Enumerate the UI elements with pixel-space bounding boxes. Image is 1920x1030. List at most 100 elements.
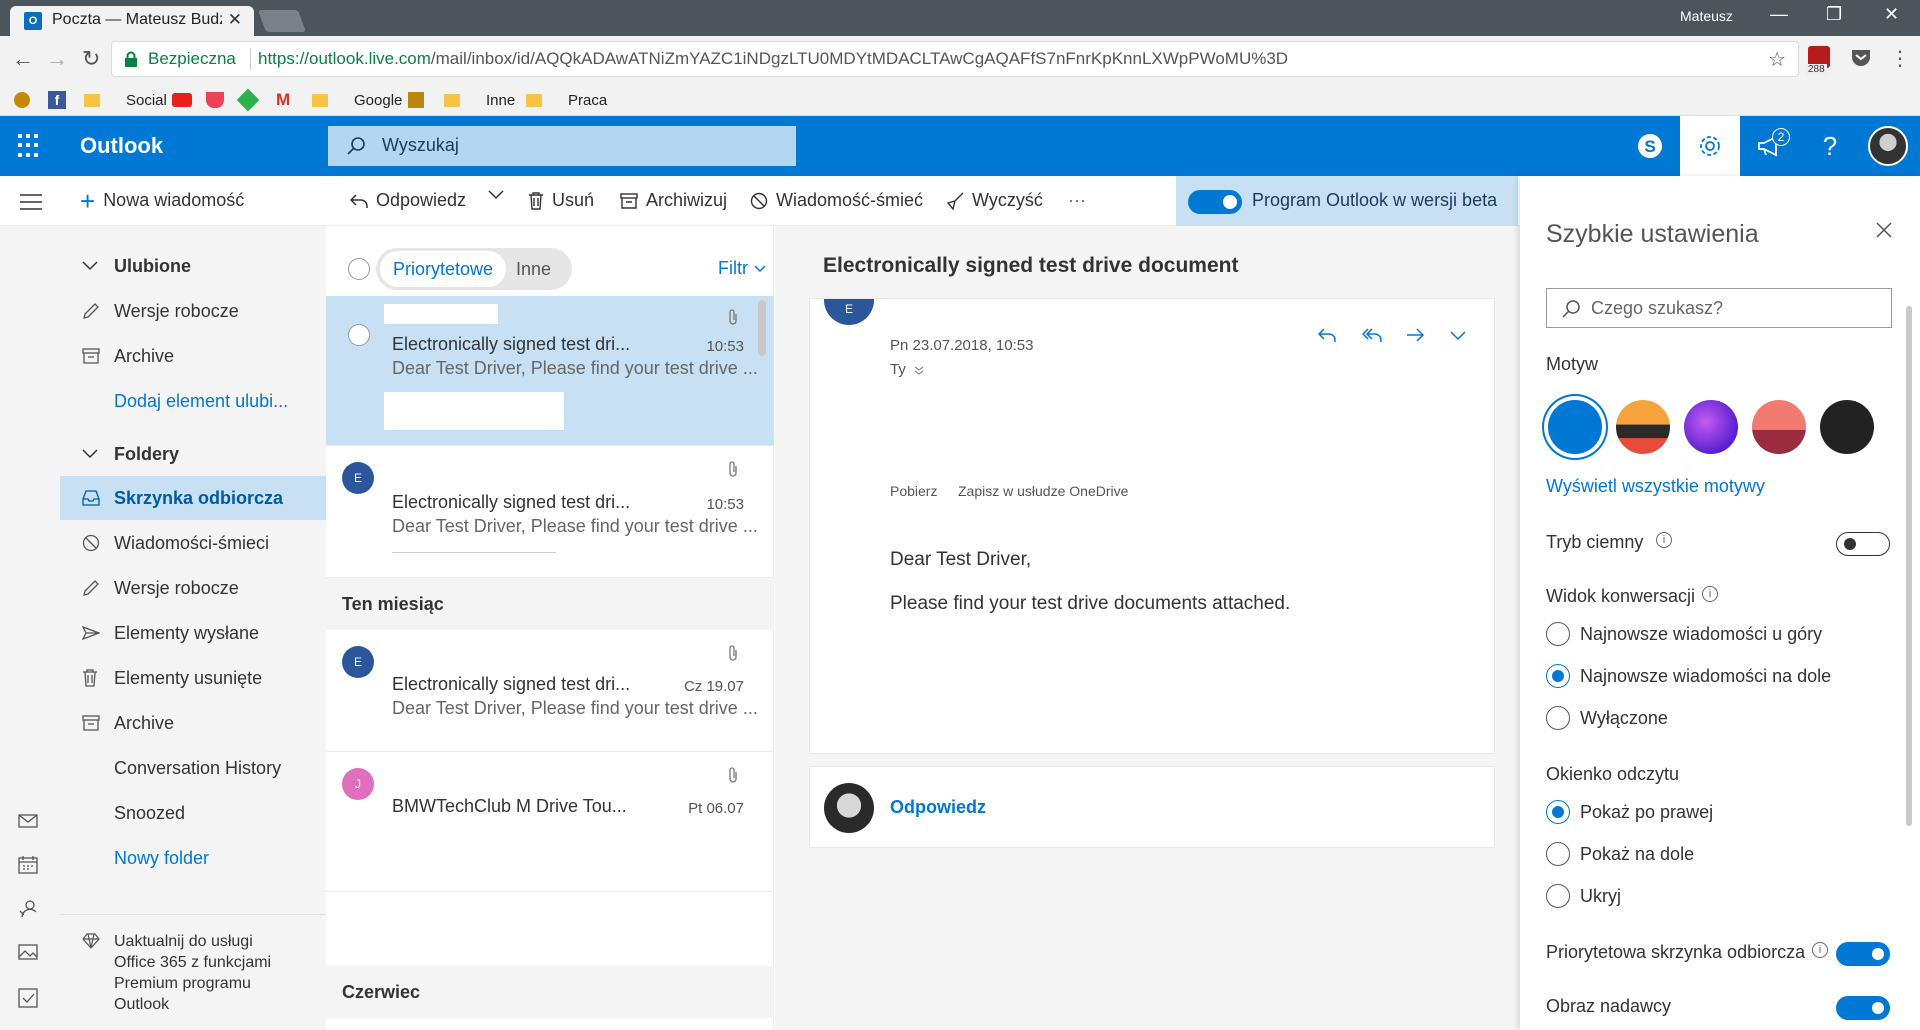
forward-icon[interactable]: → xyxy=(46,46,68,72)
conv-option-newest-top[interactable]: Najnowsze wiadomości u góry xyxy=(1546,622,1822,646)
tab-other[interactable]: Inne xyxy=(516,251,551,287)
save-onedrive-link[interactable]: Zapisz w usłudze OneDrive xyxy=(958,483,1128,499)
delete-button[interactable]: Usuń xyxy=(528,190,594,211)
sweep-button[interactable]: Wyczyść xyxy=(946,190,1043,211)
new-message-button[interactable]: + Nowa wiadomość xyxy=(80,188,244,214)
bookmark-google[interactable]: Google xyxy=(312,90,402,110)
bookmark-star-icon[interactable]: ☆ xyxy=(1768,47,1786,72)
outlook-brand[interactable]: Outlook xyxy=(80,133,163,159)
list-item[interactable]: E Electronically signed test dri... 10:5… xyxy=(326,446,774,578)
back-icon[interactable]: ← xyxy=(12,46,34,72)
help-icon[interactable]: ? xyxy=(1800,116,1860,176)
gmail-icon[interactable]: M xyxy=(276,90,290,110)
info-icon[interactable]: i xyxy=(1702,586,1718,602)
new-tab-button[interactable] xyxy=(257,10,307,32)
reading-option-right[interactable]: Pokaż po prawej xyxy=(1546,800,1713,824)
settings-scrollbar[interactable] xyxy=(1906,306,1912,826)
reply-dropdown-chevron-icon[interactable] xyxy=(488,190,504,200)
focused-inbox-toggle[interactable] xyxy=(1836,942,1890,966)
beta-toggle[interactable] xyxy=(1188,190,1242,214)
browser-tab[interactable]: O Poczta — Mateusz Budze ✕ xyxy=(10,6,254,36)
tab-focused[interactable]: Priorytetowe xyxy=(380,251,506,287)
settings-gear-icon[interactable] xyxy=(1680,116,1740,176)
add-favorite-link[interactable]: Dodaj element ulubi... xyxy=(60,379,326,423)
theme-swatch-purple[interactable] xyxy=(1684,400,1738,454)
new-folder-link[interactable]: Nowy folder xyxy=(60,836,326,880)
app-launcher-icon[interactable] xyxy=(18,134,42,158)
search-input[interactable]: Wyszukaj xyxy=(328,126,796,166)
theme-swatch-sunset[interactable] xyxy=(1616,400,1670,454)
archive-button[interactable]: Archiwizuj xyxy=(620,190,727,211)
skype-icon[interactable]: S xyxy=(1620,116,1680,176)
upgrade-promo[interactable]: Uaktualnij do usługi Office 365 z funkcj… xyxy=(60,914,326,1030)
minimize-icon[interactable]: — xyxy=(1770,4,1788,25)
sender-image-toggle[interactable] xyxy=(1836,996,1890,1020)
maximize-icon[interactable]: ❐ xyxy=(1826,4,1842,25)
more-actions-button[interactable]: ··· xyxy=(1068,190,1086,211)
theme-swatch-blue[interactable] xyxy=(1548,400,1602,454)
view-all-themes-link[interactable]: Wyświetl wszystkie motywy xyxy=(1546,476,1765,497)
close-icon[interactable] xyxy=(1876,222,1892,238)
info-icon[interactable]: i xyxy=(1656,532,1672,548)
junk-button[interactable]: Wiadomość-śmieć xyxy=(750,190,923,211)
youtube-icon[interactable] xyxy=(172,90,192,110)
forward-icon[interactable] xyxy=(1406,327,1424,343)
list-scrollbar[interactable] xyxy=(758,300,766,356)
browser-profile-name[interactable]: Mateusz xyxy=(1680,8,1733,24)
reload-icon[interactable]: ↻ xyxy=(82,46,100,72)
folder-conversation-history[interactable]: Conversation History xyxy=(60,746,326,790)
quick-reply-box[interactable]: Odpowiedz xyxy=(809,766,1495,848)
reply-button[interactable]: Odpowiedz xyxy=(350,190,466,211)
tab-close-icon[interactable]: ✕ xyxy=(228,10,242,30)
calendar-icon[interactable] xyxy=(18,856,38,874)
folder-sent[interactable]: Elementy wysłane xyxy=(60,611,326,655)
window-close-icon[interactable]: ✕ xyxy=(1884,4,1899,25)
bookmark-inne[interactable]: Inne xyxy=(444,90,515,110)
feedly-icon[interactable] xyxy=(236,88,260,112)
beta-toggle-banner[interactable]: Program Outlook w wersji beta xyxy=(1176,176,1518,226)
favorites-group[interactable]: Ulubione xyxy=(60,244,326,288)
list-item[interactable]: J BMWTechClub M Drive Tou... Pt 06.07 xyxy=(326,752,774,892)
hamburger-icon[interactable] xyxy=(20,194,42,210)
folder-inbox[interactable]: Skrzynka odbiorcza xyxy=(60,476,326,520)
bookmark-praca[interactable]: Praca xyxy=(526,90,607,110)
bookmark-app-icon[interactable] xyxy=(14,90,30,110)
url-input[interactable]: Bezpieczna https://outlook.live.com/mail… xyxy=(112,42,1798,76)
folder-snoozed[interactable]: Snoozed xyxy=(60,791,326,835)
info-icon[interactable]: i xyxy=(1812,942,1828,958)
conv-option-newest-bottom[interactable]: Najnowsze wiadomości na dole xyxy=(1546,664,1831,688)
megaphone-icon[interactable] xyxy=(1740,116,1800,176)
bookmark-site-icon[interactable] xyxy=(408,90,424,110)
reading-option-bottom[interactable]: Pokaż na dole xyxy=(1546,842,1694,866)
browser-menu-icon[interactable]: ⋮ xyxy=(1890,46,1910,71)
select-all-checkbox[interactable] xyxy=(348,258,370,280)
folder-drafts[interactable]: Wersje robocze xyxy=(60,566,326,610)
download-attachment-link[interactable]: Pobierz xyxy=(890,483,937,499)
filter-button[interactable]: Filtr xyxy=(718,258,766,279)
reading-option-hide[interactable]: Ukryj xyxy=(1546,884,1621,908)
favorite-item-archive[interactable]: Archive xyxy=(60,334,326,378)
folder-junk[interactable]: Wiadomości-śmieci xyxy=(60,521,326,565)
list-item[interactable]: Electronically signed test dri... 10:53 … xyxy=(326,296,774,446)
message-select-checkbox[interactable] xyxy=(348,324,370,346)
theme-swatch-black[interactable] xyxy=(1820,400,1874,454)
pocket-bookmark-icon[interactable] xyxy=(206,90,224,110)
dark-mode-toggle[interactable] xyxy=(1836,532,1890,556)
facebook-icon[interactable]: f xyxy=(48,90,66,110)
favorite-item-drafts[interactable]: Wersje robocze xyxy=(60,289,326,333)
reply-all-icon[interactable] xyxy=(1362,327,1382,343)
more-chevron-icon[interactable] xyxy=(1450,331,1466,341)
bookmark-social[interactable]: Social xyxy=(84,90,167,110)
folders-group[interactable]: Foldery xyxy=(60,432,326,476)
pocket-icon[interactable] xyxy=(1850,46,1872,68)
list-item[interactable]: E Electronically signed test dri... Cz 1… xyxy=(326,630,774,752)
photos-icon[interactable] xyxy=(18,944,38,960)
tasks-icon[interactable] xyxy=(18,988,38,1008)
people-icon[interactable] xyxy=(18,900,38,918)
conv-option-off[interactable]: Wyłączone xyxy=(1546,706,1668,730)
reply-icon[interactable] xyxy=(1318,327,1336,343)
email-recipients[interactable]: Ty xyxy=(890,361,924,378)
settings-search-input[interactable]: Czego szukasz? xyxy=(1546,288,1892,328)
theme-swatch-palms[interactable] xyxy=(1752,400,1806,454)
reply-link[interactable]: Odpowiedz xyxy=(890,797,986,818)
